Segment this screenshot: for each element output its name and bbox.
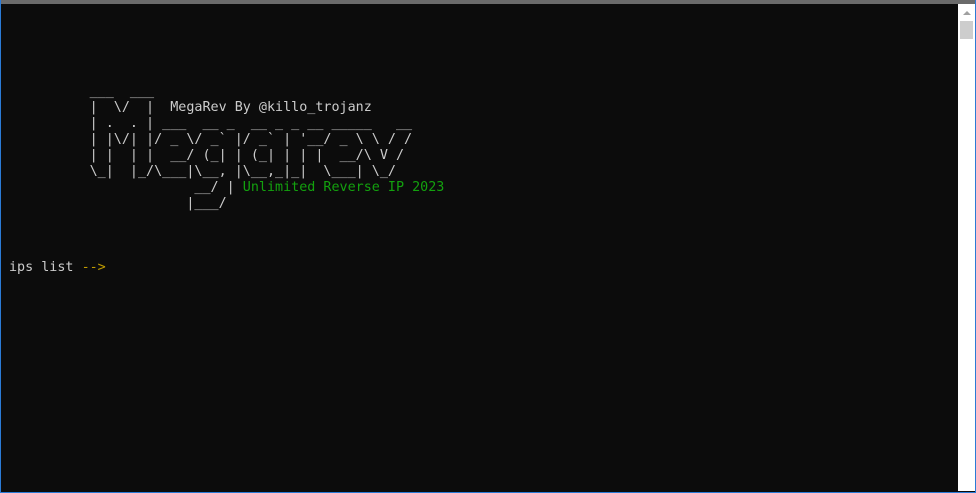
banner-text: __/ |: [9, 180, 243, 195]
banner-line: |___/: [9, 196, 953, 212]
banner-text: ___ ___: [9, 84, 163, 99]
banner-line: __/ | Unlimited Reverse IP 2023: [9, 180, 953, 196]
banner-text: |___/: [9, 196, 227, 211]
console-window: ___ ___ | \/ | MegaRev By @killo_trojanz…: [0, 0, 976, 493]
ascii-banner: ___ ___ | \/ | MegaRev By @killo_trojanz…: [9, 84, 953, 212]
banner-text: | | | | __/ (_| | (_| | | | __/\ V /: [9, 148, 405, 163]
banner-text: | . . | ___ __ _ __ _ _ __ _____ __: [9, 116, 413, 131]
scrollbar-thumb[interactable]: [960, 21, 973, 39]
vertical-scrollbar[interactable]: [958, 4, 975, 491]
chevron-up-icon: [962, 10, 971, 15]
banner-text: | |\/| |/ _ \/ _` |/ _` | '__/ _ \ \ / /: [9, 132, 413, 147]
scroll-up-button[interactable]: [958, 4, 975, 21]
banner-line: | |\/| |/ _ \/ _` |/ _` | '__/ _ \ \ / /: [9, 132, 953, 148]
banner-line: | \/ | MegaRev By @killo_trojanz: [9, 100, 953, 116]
banner-line: | | | | __/ (_| | (_| | | | __/\ V /: [9, 148, 953, 164]
banner-line: | . . | ___ __ _ __ _ _ __ _____ __: [9, 116, 953, 132]
banner-line: \_| |_/\___|\__, |\__,_|_| \___| \_/: [9, 164, 953, 180]
banner-line: ___ ___: [9, 84, 953, 100]
banner-tagline: Unlimited Reverse IP 2023: [242, 180, 445, 195]
prompt-label: ips list: [9, 260, 82, 275]
banner-text: | \/ | MegaRev By @killo_trojanz: [9, 100, 372, 115]
prompt-arrow: -->: [81, 260, 106, 275]
input-prompt-line[interactable]: ips list -->: [9, 260, 953, 276]
title-bar-edge: [1, 0, 975, 4]
console-output[interactable]: ___ ___ | \/ | MegaRev By @killo_trojanz…: [9, 52, 953, 492]
banner-text: \_| |_/\___|\__, |\__,_|_| \___| \_/: [9, 164, 396, 179]
